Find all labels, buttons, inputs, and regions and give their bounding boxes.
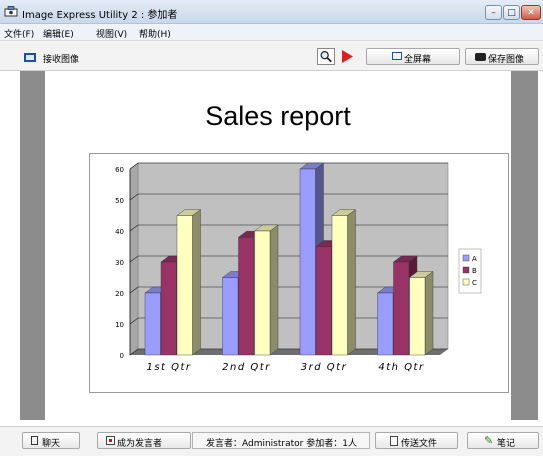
menu-edit[interactable]: 编辑(E) xyxy=(43,27,74,40)
camera-icon xyxy=(475,53,486,61)
menu-bar: 文件(F) 编辑(E) 视图(V) 帮助(H) xyxy=(0,24,543,40)
app-icon xyxy=(4,6,18,17)
receive-image-label[interactable]: 接收图像 xyxy=(43,52,79,65)
maximize-button[interactable]: □ xyxy=(503,5,520,20)
bar-side xyxy=(269,224,279,356)
pointer-icon[interactable] xyxy=(338,48,356,65)
bar xyxy=(377,292,394,356)
file-icon xyxy=(390,436,398,446)
bar-side xyxy=(347,209,356,356)
bar xyxy=(222,277,239,356)
save-image-button[interactable]: 保存图像 xyxy=(465,48,539,65)
y-tick-label: 0 xyxy=(120,352,124,360)
menu-view[interactable]: 视图(V) xyxy=(96,27,127,40)
toolbar: 接收图像 全屏幕 保存图像 xyxy=(0,40,543,71)
bar xyxy=(176,215,193,356)
session-status-text: 发言者：Administrator 参加者：1人 xyxy=(206,439,357,449)
legend-swatch xyxy=(462,278,470,286)
send-file-button[interactable]: 传送文件 xyxy=(375,432,458,449)
title-bar: Image Express Utility 2 : 参加者 – □ ✕ xyxy=(0,0,543,24)
y-tick-label: 30 xyxy=(115,259,124,267)
notes-label: 笔记 xyxy=(497,439,516,449)
minimize-icon: – xyxy=(491,8,496,18)
slide-title: Sales report xyxy=(205,101,351,131)
legend-label: C xyxy=(472,279,477,287)
menu-help[interactable]: 帮助(H) xyxy=(139,27,171,40)
menu-file[interactable]: 文件(F) xyxy=(4,27,34,40)
bar xyxy=(238,236,255,356)
close-icon: ✕ xyxy=(527,8,535,18)
maximize-icon: □ xyxy=(507,8,516,18)
y-tick-label: 20 xyxy=(115,290,124,298)
send-file-label: 传送文件 xyxy=(401,439,438,449)
fullscreen-icon xyxy=(392,52,402,60)
chat-button[interactable]: 聊天 xyxy=(22,432,80,449)
bar xyxy=(299,168,316,356)
received-slide: Sales report 0 10 20 30 40 50 60 1st Qtr 2nd Qtr… xyxy=(45,71,511,420)
bar-side xyxy=(192,209,201,356)
y-tick-label: 60 xyxy=(115,166,124,174)
fullscreen-button[interactable]: 全屏幕 xyxy=(366,48,460,65)
minimize-button[interactable]: – xyxy=(485,5,502,20)
bar xyxy=(254,230,271,356)
x-tick-label: 4th Qtr xyxy=(378,362,424,373)
save-image-label: 保存图像 xyxy=(488,55,525,65)
status-bar: 聊天 成为发言者 发言者：Administrator 参加者：1人 传送文件 ✎… xyxy=(0,426,543,456)
chart-frame: 0 10 20 30 40 50 60 1st Qtr 2nd Qtr 3rd Qtr 4th Qt… xyxy=(89,153,509,393)
x-tick-label: 2nd Qtr xyxy=(222,362,271,373)
monitor-icon[interactable] xyxy=(24,53,36,62)
y-tick-label: 50 xyxy=(115,197,124,205)
sales-chart: 0 10 20 30 40 50 60 1st Qtr 2nd Qtr 3rd Qtr 4th Qt… xyxy=(115,162,482,373)
legend-label: B xyxy=(472,267,477,275)
notes-button[interactable]: ✎ 笔记 xyxy=(467,432,539,449)
close-button[interactable]: ✕ xyxy=(521,5,541,20)
presenter-icon xyxy=(106,436,115,445)
bar xyxy=(315,246,332,356)
window-title: Image Express Utility 2 : 参加者 xyxy=(22,10,178,21)
y-tick-label: 10 xyxy=(115,321,124,329)
y-tick-label: 40 xyxy=(115,228,124,236)
legend-swatch xyxy=(462,266,470,274)
presenter-label: 成为发言者 xyxy=(117,439,163,449)
fullscreen-label: 全屏幕 xyxy=(404,55,432,65)
legend-label: A xyxy=(472,255,477,263)
become-presenter-button[interactable]: 成为发言者 xyxy=(97,432,191,449)
bar xyxy=(160,261,177,356)
chat-label: 聊天 xyxy=(42,439,61,449)
magnifier-icon[interactable] xyxy=(317,48,335,65)
pencil-icon: ✎ xyxy=(484,434,494,447)
x-tick-label: 3rd Qtr xyxy=(301,362,347,373)
x-tick-label: 1st Qtr xyxy=(146,362,191,373)
bar xyxy=(144,292,161,356)
legend-swatch xyxy=(462,254,470,262)
image-viewer: Sales report 0 10 20 30 40 50 60 1st Qtr 2nd Qtr… xyxy=(20,71,538,420)
chat-icon xyxy=(31,436,38,445)
legend xyxy=(458,248,482,294)
bar-side xyxy=(424,271,434,356)
session-status: 发言者：Administrator 参加者：1人 xyxy=(192,432,370,449)
bar xyxy=(331,215,348,356)
bar xyxy=(409,277,426,356)
bar xyxy=(393,261,410,356)
